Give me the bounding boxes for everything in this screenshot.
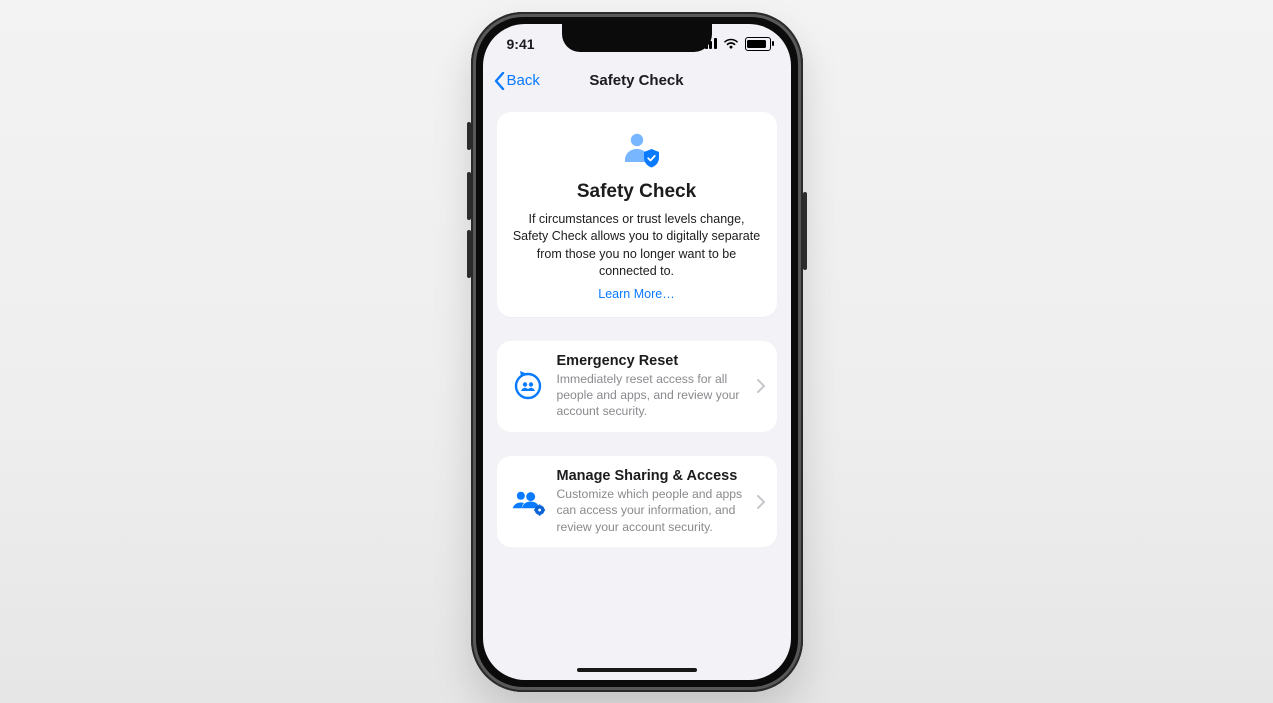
status-time: 9:41	[507, 36, 535, 52]
row-description: Immediately reset access for all people …	[557, 371, 745, 420]
reset-people-icon	[511, 369, 545, 403]
back-label: Back	[507, 72, 540, 89]
notch	[562, 24, 712, 52]
row-emergency-reset[interactable]: Emergency Reset Immediately reset access…	[497, 341, 777, 432]
people-gear-icon	[511, 485, 545, 519]
nav-title: Safety Check	[589, 72, 683, 89]
hero-card: Safety Check If circumstances or trust l…	[497, 112, 777, 317]
volume-up	[467, 172, 471, 220]
back-button[interactable]: Back	[493, 72, 540, 90]
row-description: Customize which people and apps can acce…	[557, 486, 745, 535]
wifi-icon	[723, 38, 739, 50]
content: Safety Check If circumstances or trust l…	[483, 98, 791, 548]
hero-title: Safety Check	[513, 181, 761, 203]
power-button	[803, 192, 807, 270]
nav-bar: Back Safety Check	[483, 64, 791, 98]
screen: 9:41 Back Safety Check	[483, 24, 791, 680]
chevron-left-icon	[493, 72, 505, 90]
row-title: Manage Sharing & Access	[557, 468, 745, 484]
battery-icon	[745, 37, 771, 51]
chevron-right-icon	[757, 495, 765, 509]
row-title: Emergency Reset	[557, 353, 745, 369]
mute-switch	[467, 122, 471, 150]
row-manage-sharing[interactable]: Manage Sharing & Access Customize which …	[497, 456, 777, 547]
chevron-right-icon	[757, 379, 765, 393]
iphone-frame: 9:41 Back Safety Check	[471, 12, 803, 692]
person-shield-icon	[620, 130, 654, 164]
home-indicator[interactable]	[577, 668, 697, 672]
learn-more-link[interactable]: Learn More…	[598, 287, 674, 301]
volume-down	[467, 230, 471, 278]
hero-body: If circumstances or trust levels change,…	[513, 211, 761, 281]
